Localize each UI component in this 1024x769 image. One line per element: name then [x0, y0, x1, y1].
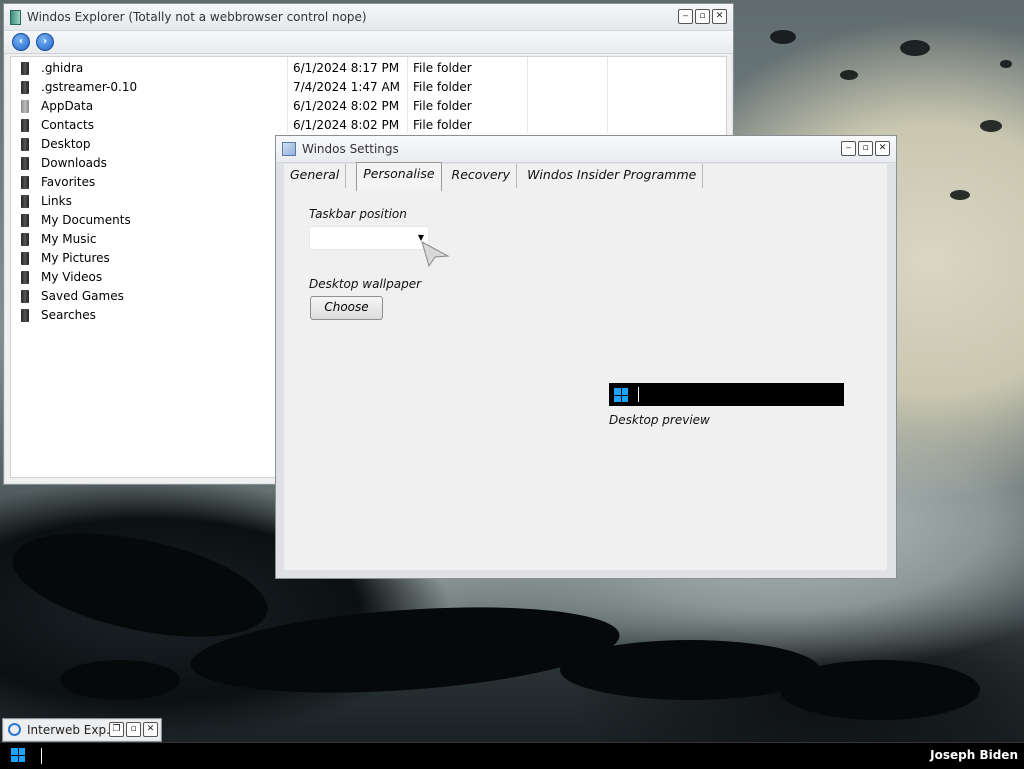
choose-wallpaper-button[interactable]: Choose [310, 296, 383, 320]
folder-icon [21, 309, 29, 322]
file-name: Searches [41, 308, 96, 322]
close-button[interactable]: ✕ [875, 141, 890, 156]
file-name: .ghidra [41, 61, 84, 75]
folder-icon [21, 138, 29, 151]
explorer-title: Windos Explorer (Totally not a webbrowse… [27, 10, 367, 24]
folder-icon [21, 157, 29, 170]
folder-icon [21, 252, 29, 265]
minimized-window-title: Interweb Exp... [27, 723, 118, 737]
settings-window[interactable]: Windos Settings ‒ ▫ ✕ General Personalis… [275, 135, 897, 579]
start-button-icon[interactable] [11, 748, 25, 762]
minimize-button[interactable]: ‒ [841, 141, 856, 156]
file-name: Downloads [41, 156, 107, 170]
file-type: File folder [413, 61, 472, 75]
file-name: Contacts [41, 118, 94, 132]
tab-recovery[interactable]: Recovery [442, 164, 518, 188]
minimized-window[interactable]: Interweb Exp... ❐ ▫ ✕ [2, 718, 162, 742]
settings-panel: General Personalise Recovery Windos Insi… [284, 162, 887, 570]
folder-icon [21, 290, 29, 303]
file-name: AppData [41, 99, 94, 113]
settings-title: Windos Settings [302, 142, 399, 156]
close-button[interactable]: ✕ [712, 9, 727, 24]
folder-icon [21, 100, 29, 113]
desktop-wallpaper-label: Desktop wallpaper [309, 277, 422, 291]
file-name: My Pictures [41, 251, 110, 265]
file-name: My Videos [41, 270, 103, 284]
explorer-toolbar: ‹ › [4, 31, 733, 54]
file-date: 6/1/2024 8:02 PM [293, 118, 400, 132]
maximize-button[interactable]: ▫ [858, 141, 873, 156]
tab-personalise[interactable]: Personalise [356, 162, 442, 191]
file-name: My Music [41, 232, 97, 246]
list-item[interactable]: .gstreamer-0.10 7/4/2024 1:47 AM File fold… [11, 78, 726, 97]
folder-icon [21, 62, 29, 75]
desktop-preview-label: Desktop preview [609, 413, 710, 427]
folder-icon [21, 271, 29, 284]
desktop-preview [609, 383, 844, 406]
file-date: 7/4/2024 1:47 AM [293, 80, 401, 94]
file-type: File folder [413, 80, 472, 94]
file-name: Links [41, 194, 72, 208]
maximize-button[interactable]: ▫ [695, 9, 710, 24]
settings-titlebar[interactable]: Windos Settings ‒ ▫ ✕ [276, 136, 896, 163]
file-date: 6/1/2024 8:17 PM [293, 61, 400, 75]
restore-button[interactable]: ❐ [109, 722, 124, 737]
windows-logo-icon [614, 388, 628, 402]
taskbar-position-select[interactable]: ▼ [309, 226, 429, 250]
forward-arrow-icon[interactable]: › [36, 33, 54, 51]
file-name: My Documents [41, 213, 131, 227]
folder-icon [21, 176, 29, 189]
close-button[interactable]: ✕ [143, 722, 158, 737]
settings-app-icon [282, 142, 296, 156]
minimize-button[interactable]: ‒ [678, 9, 693, 24]
tab-strip: General Personalise Recovery Windos Insi… [284, 162, 704, 191]
folder-app-icon [10, 9, 21, 25]
file-type: File folder [413, 118, 472, 132]
tab-windos-insider-programme[interactable]: Windos Insider Programme [517, 164, 704, 188]
list-item[interactable]: AppData 6/1/2024 8:02 PM File folder [11, 97, 726, 116]
file-type: File folder [413, 99, 472, 113]
user-name[interactable]: Joseph Biden [930, 748, 1018, 762]
file-name: .gstreamer-0.10 [41, 80, 138, 94]
taskbar: Joseph Biden [0, 742, 1024, 769]
file-name: Favorites [41, 175, 96, 189]
taskbar-position-label: Taskbar position [309, 207, 407, 221]
maximize-button[interactable]: ▫ [126, 722, 141, 737]
list-item[interactable]: .ghidra 6/1/2024 8:17 PM File folder [11, 59, 726, 78]
tab-general[interactable]: General [284, 164, 347, 188]
folder-icon [21, 81, 29, 94]
folder-icon [21, 119, 29, 132]
ie-icon [8, 723, 21, 736]
back-arrow-icon[interactable]: ‹ [12, 33, 30, 51]
folder-icon [21, 195, 29, 208]
mouse-pointer-icon [421, 240, 450, 268]
folder-icon [21, 233, 29, 246]
explorer-titlebar[interactable]: Windos Explorer (Totally not a webbrowse… [4, 4, 733, 31]
file-name: Saved Games [41, 289, 124, 303]
folder-icon [21, 214, 29, 227]
file-date: 6/1/2024 8:02 PM [293, 99, 400, 113]
list-item[interactable]: Contacts 6/1/2024 8:02 PM File folder [11, 116, 726, 135]
file-name: Desktop [41, 137, 91, 151]
